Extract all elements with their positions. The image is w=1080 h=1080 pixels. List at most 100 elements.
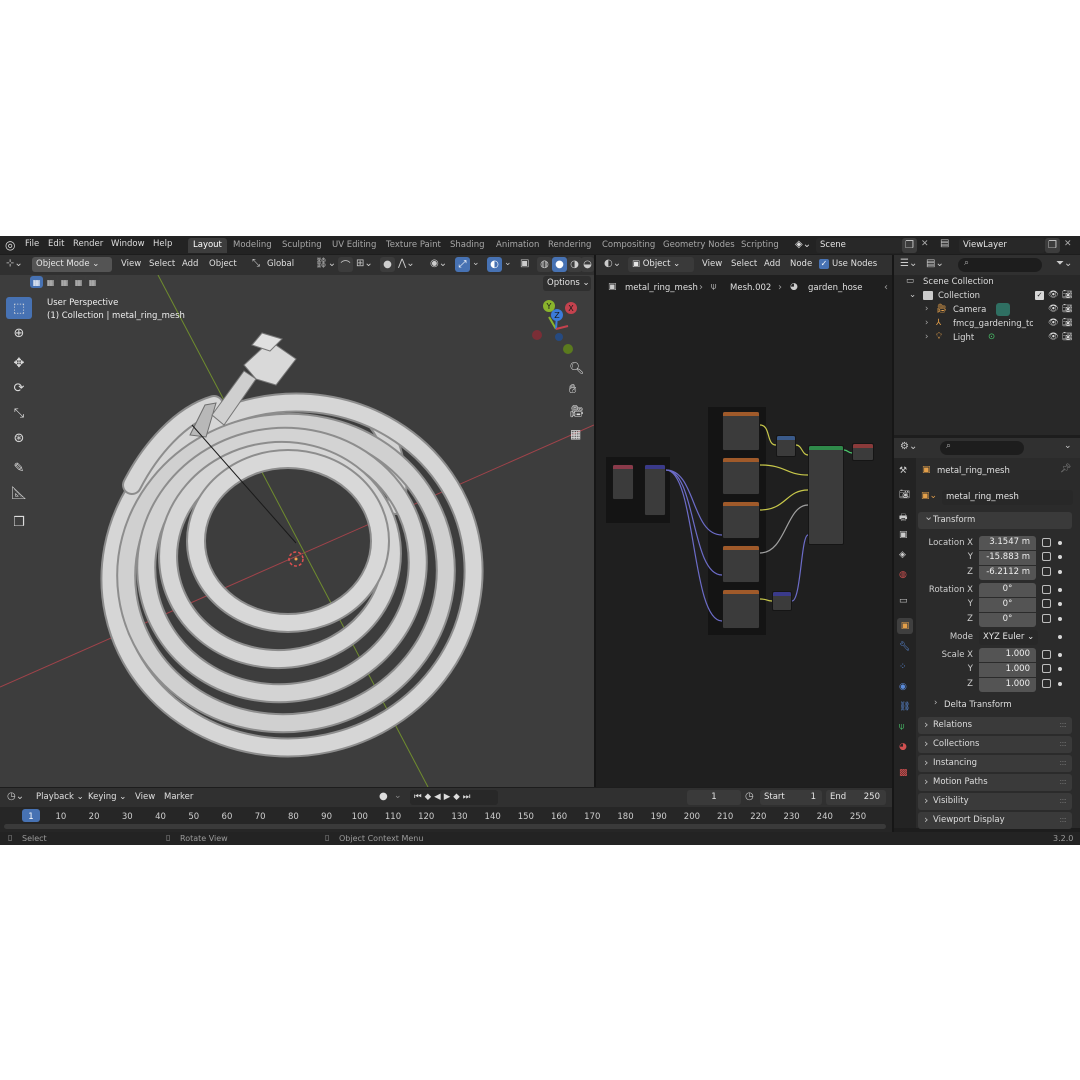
- timeline-menu-keying[interactable]: Keying ⌄: [88, 792, 126, 802]
- drag-handle-icon[interactable]: ::::: [1059, 739, 1067, 748]
- camera-data-icon[interactable]: [996, 303, 1010, 316]
- visibility-icon[interactable]: ◉⌄: [430, 258, 447, 269]
- tab-rendering[interactable]: Rendering: [543, 238, 596, 253]
- eye-icon[interactable]: 👁︎: [1048, 304, 1059, 314]
- snap-target-icon[interactable]: ⊞⌄: [356, 258, 373, 269]
- camera-view-icon[interactable]: 🎥︎: [569, 404, 584, 418]
- render-camera-icon[interactable]: 📷︎: [1062, 290, 1073, 300]
- menu-render[interactable]: Render: [73, 239, 103, 249]
- tab-layout[interactable]: Layout: [188, 238, 227, 253]
- rotation-x-field[interactable]: 0°: [979, 583, 1036, 597]
- light-data-icon[interactable]: ⊙: [988, 332, 995, 342]
- mode-select[interactable]: Object Mode ⌄: [32, 257, 112, 272]
- gizmo-dropdown-icon[interactable]: ⌄: [472, 258, 480, 268]
- remove-view-layer-icon[interactable]: ✕: [1064, 239, 1072, 249]
- lock-icon[interactable]: [1042, 538, 1051, 547]
- constraints-tab-icon[interactable]: ⛓: [899, 702, 910, 712]
- lock-icon[interactable]: [1042, 664, 1051, 673]
- start-frame-field[interactable]: Start 1: [760, 790, 822, 805]
- gizmo-neg-x-axis[interactable]: [532, 330, 542, 340]
- ortho-grid-icon[interactable]: ▦: [570, 427, 581, 441]
- output-tab-icon[interactable]: 🖶︎: [899, 510, 908, 526]
- object-name-field[interactable]: metal_ring_mesh: [942, 490, 1073, 505]
- render-camera-icon[interactable]: 📷︎: [1062, 304, 1073, 314]
- eye-icon[interactable]: 👁︎: [1048, 332, 1059, 342]
- current-frame-field[interactable]: 1: [687, 790, 741, 805]
- world-tab-icon[interactable]: ◍: [899, 570, 907, 580]
- pan-hand-icon[interactable]: ✋︎: [569, 382, 576, 397]
- preview-range-icon[interactable]: ◷: [745, 791, 754, 802]
- record-options-icon[interactable]: ⌄: [394, 791, 402, 801]
- render-camera-icon[interactable]: 📷︎: [1062, 318, 1073, 328]
- view-layer-field[interactable]: ViewLayer: [959, 238, 1045, 253]
- keyframe-dot-icon[interactable]: [1058, 570, 1062, 574]
- scale-x-field[interactable]: 1.000: [979, 648, 1036, 662]
- pin-icon[interactable]: 📌︎: [1060, 464, 1071, 474]
- transform-panel-header[interactable]: Transform: [918, 510, 1072, 529]
- lock-icon[interactable]: [1042, 650, 1051, 659]
- keyframe-dot-icon[interactable]: [1058, 667, 1062, 671]
- annotate-tool-icon[interactable]: ✎: [6, 457, 32, 479]
- collection-tab-icon[interactable]: ▭: [899, 596, 908, 606]
- blender-logo-icon[interactable]: ◎: [5, 238, 15, 252]
- delta-transform-subpanel[interactable]: › Delta Transform: [932, 698, 1062, 713]
- relations-panel-header[interactable]: Relations::::: [918, 717, 1072, 734]
- navigation-gizmo[interactable]: Y Z X: [527, 297, 577, 357]
- drag-handle-icon[interactable]: ::::: [1059, 720, 1067, 729]
- record-icon[interactable]: ●: [379, 791, 388, 802]
- timeline-menu-playback[interactable]: Playback ⌄: [36, 792, 84, 802]
- properties-search-field[interactable]: [940, 441, 1024, 455]
- display-mode-icon[interactable]: ▤⌄: [926, 258, 944, 269]
- gizmo-toggle-icon[interactable]: ⤢: [455, 257, 470, 272]
- properties-type-icon[interactable]: ⚙⌄: [900, 441, 917, 452]
- drag-handle-icon[interactable]: ::::: [1059, 796, 1067, 805]
- keyframe-dot-icon[interactable]: [1058, 602, 1062, 606]
- scene-icon[interactable]: ◈⌄: [795, 239, 811, 250]
- object-browse-icon[interactable]: ▣⌄: [921, 491, 937, 501]
- eye-icon[interactable]: 👁︎: [1048, 318, 1059, 328]
- outliner-type-icon[interactable]: ☰⌄: [900, 258, 917, 269]
- scale-z-field[interactable]: 1.000: [979, 678, 1036, 692]
- lock-icon[interactable]: [1042, 567, 1051, 576]
- viewport-menu-view[interactable]: View: [121, 259, 141, 269]
- scene-name-field[interactable]: Scene: [816, 238, 902, 253]
- menu-edit[interactable]: Edit: [48, 239, 64, 249]
- transform-tool-icon[interactable]: ⊛: [6, 427, 32, 449]
- object-tab-icon[interactable]: ▣: [897, 618, 913, 634]
- particles-tab-icon[interactable]: ⁘: [899, 662, 907, 672]
- overlay-toggle-icon[interactable]: ◐: [487, 257, 502, 272]
- keyframe-dot-icon[interactable]: [1058, 555, 1062, 559]
- timeline-menu-marker[interactable]: Marker: [164, 792, 193, 802]
- scale-y-field[interactable]: 1.000: [979, 663, 1036, 677]
- texture-tab-icon[interactable]: ▩: [899, 768, 908, 778]
- outliner-item-camera[interactable]: › 🎥︎ Camera 👁︎ 📷︎: [896, 303, 1080, 318]
- tab-scripting[interactable]: Scripting: [736, 238, 784, 253]
- outliner-search-field[interactable]: [958, 258, 1042, 272]
- instancing-panel-header[interactable]: Instancing::::: [918, 755, 1072, 772]
- viewport-menu-select[interactable]: Select: [149, 259, 175, 269]
- menu-file[interactable]: File: [25, 239, 39, 249]
- timeline-type-icon[interactable]: ◷⌄: [7, 791, 24, 802]
- collections-panel-header[interactable]: Collections::::: [918, 736, 1072, 753]
- solid-shading-icon[interactable]: ●: [552, 257, 567, 272]
- overlay-dropdown-icon[interactable]: ⌄: [504, 258, 512, 268]
- location-x-field[interactable]: 3.1547 m: [979, 536, 1036, 550]
- proportional-edit-icon[interactable]: ●: [380, 257, 395, 272]
- end-frame-field[interactable]: End 250: [826, 790, 886, 805]
- properties-options-icon[interactable]: ⌄: [1064, 441, 1072, 451]
- new-view-layer-icon[interactable]: ❐: [1045, 238, 1060, 253]
- tool-tab-icon[interactable]: ⚒: [899, 466, 907, 476]
- render-camera-icon[interactable]: 📷︎: [1062, 332, 1073, 342]
- keyframe-dot-icon[interactable]: [1058, 682, 1062, 686]
- timeline-scrollbar[interactable]: [4, 824, 886, 829]
- expand-chevron-icon[interactable]: ›: [925, 304, 928, 314]
- lock-icon[interactable]: [1042, 552, 1051, 561]
- keyframe-dot-icon[interactable]: [1058, 635, 1062, 639]
- viewport-menu-add[interactable]: Add: [182, 259, 198, 269]
- expand-chevron-icon[interactable]: ⌄: [909, 290, 916, 300]
- add-cube-tool-icon[interactable]: ❒: [6, 511, 32, 533]
- rotation-y-field[interactable]: 0°: [979, 598, 1036, 612]
- view-layer-tab-icon[interactable]: ▣: [899, 530, 908, 540]
- tab-modeling[interactable]: Modeling: [228, 238, 277, 253]
- select-box-tool-icon[interactable]: ⬚: [6, 297, 32, 319]
